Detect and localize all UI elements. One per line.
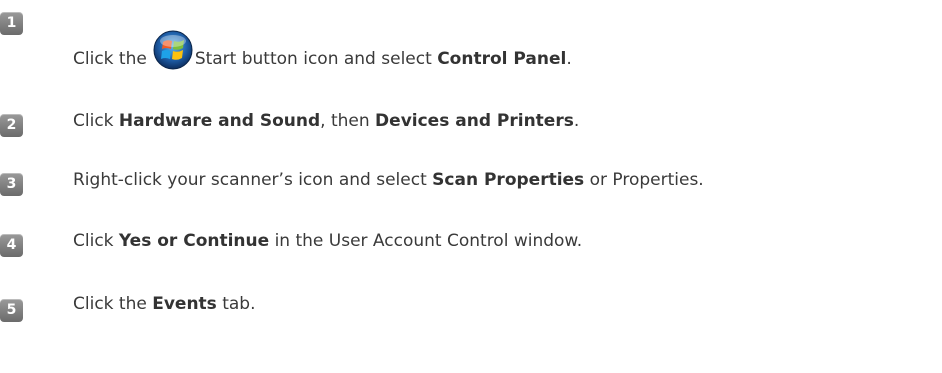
step-text: Click the Events tab. <box>73 294 255 314</box>
step-text-bold: Control Panel <box>437 49 567 69</box>
step-text-part: Right-click your scanner’s icon and sele… <box>73 170 427 190</box>
step-text-part: Click <box>73 111 114 131</box>
step-text-part: tab. <box>222 294 256 314</box>
step-number-badge: 2 <box>0 114 23 137</box>
step-text-bold: Hardware and Sound <box>118 111 321 131</box>
step-text-part: Click <box>73 231 114 251</box>
step-text-bold: Devices and Printers <box>375 111 574 131</box>
step-number-badge: 5 <box>0 299 23 322</box>
windows-start-orb-icon <box>153 30 193 70</box>
step-text-part: . <box>566 49 572 69</box>
step-text-bold: Scan Properties <box>432 170 585 190</box>
step-text-part: , then <box>320 111 370 131</box>
step-text-bold: Events <box>152 294 217 314</box>
step-text-part: in the User Account Control window. <box>274 231 583 251</box>
step-text-part: . <box>573 111 580 131</box>
step-text-part: Click the <box>73 49 147 69</box>
step-number-badge: 3 <box>0 173 23 196</box>
step-text-bold: Yes or Continue <box>118 231 270 251</box>
step-text: Click Yes or Continue in the User Accoun… <box>73 231 582 251</box>
step-text-part: Start button icon and select <box>194 49 432 69</box>
step-text: Click the Start button icon and select C… <box>73 30 572 70</box>
step-text-part: or Properties. <box>589 170 704 190</box>
step-text-part: Click the <box>73 294 147 314</box>
step-text: Click Hardware and Sound, then Devices a… <box>73 111 579 131</box>
step-number-badge: 4 <box>0 234 23 257</box>
step-number-badge: 1 <box>0 12 23 35</box>
step-text: Right-click your scanner’s icon and sele… <box>73 170 704 190</box>
